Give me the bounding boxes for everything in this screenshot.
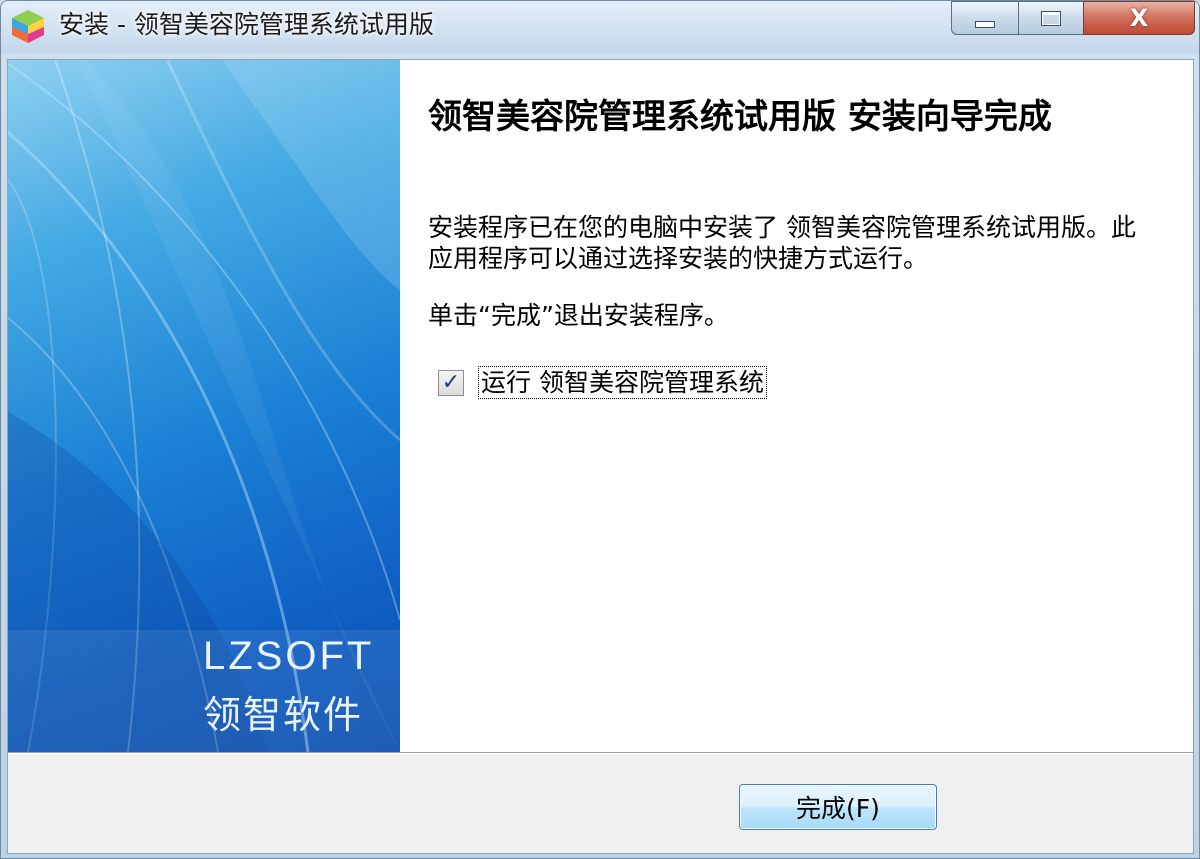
checkmark-icon: ✓ <box>441 369 461 395</box>
brand-name-chinese: 领智软件 <box>203 693 364 737</box>
brand-name-english: LZSOFT <box>203 634 375 678</box>
close-icon: X <box>1129 4 1149 32</box>
window-title: 安装 - 领智美容院管理系统试用版 <box>59 10 434 39</box>
run-app-option[interactable]: ✓ 运行 领智美容院管理系统 <box>438 366 767 399</box>
title-bar[interactable]: 安装 - 领智美容院管理系统试用版 X <box>1 1 1199 53</box>
finish-hint: 单击“完成”退出安装程序。 <box>428 301 729 330</box>
close-button[interactable]: X <box>1083 1 1195 35</box>
run-app-label[interactable]: 运行 领智美容院管理系统 <box>478 366 767 399</box>
completion-description: 安装程序已在您的电脑中安装了 领智美容院管理系统试用版。此应用程序可以通过选择安… <box>428 213 1136 273</box>
run-app-checkbox[interactable]: ✓ <box>438 369 464 396</box>
finish-button[interactable]: 完成(F) <box>739 784 937 830</box>
brand-banner: LZSOFT 领智软件 <box>8 60 400 752</box>
completion-heading: 领智美容院管理系统试用版 安装向导完成 <box>428 97 1052 137</box>
app-icon <box>12 10 44 43</box>
footer-divider <box>8 752 1193 754</box>
wizard-content-panel: 领智美容院管理系统试用版 安装向导完成 安装程序已在您的电脑中安装了 领智美容院… <box>400 60 1193 752</box>
maximize-button[interactable] <box>1018 1 1084 35</box>
installer-window: 安装 - 领智美容院管理系统试用版 X LZSOFT 领智软件 领智美容院管理系… <box>0 0 1200 859</box>
minimize-icon <box>975 20 995 28</box>
minimize-button[interactable] <box>951 1 1019 35</box>
maximize-icon <box>1041 10 1061 26</box>
installer-client-area: LZSOFT 领智软件 领智美容院管理系统试用版 安装向导完成 安装程序已在您的… <box>7 59 1194 854</box>
